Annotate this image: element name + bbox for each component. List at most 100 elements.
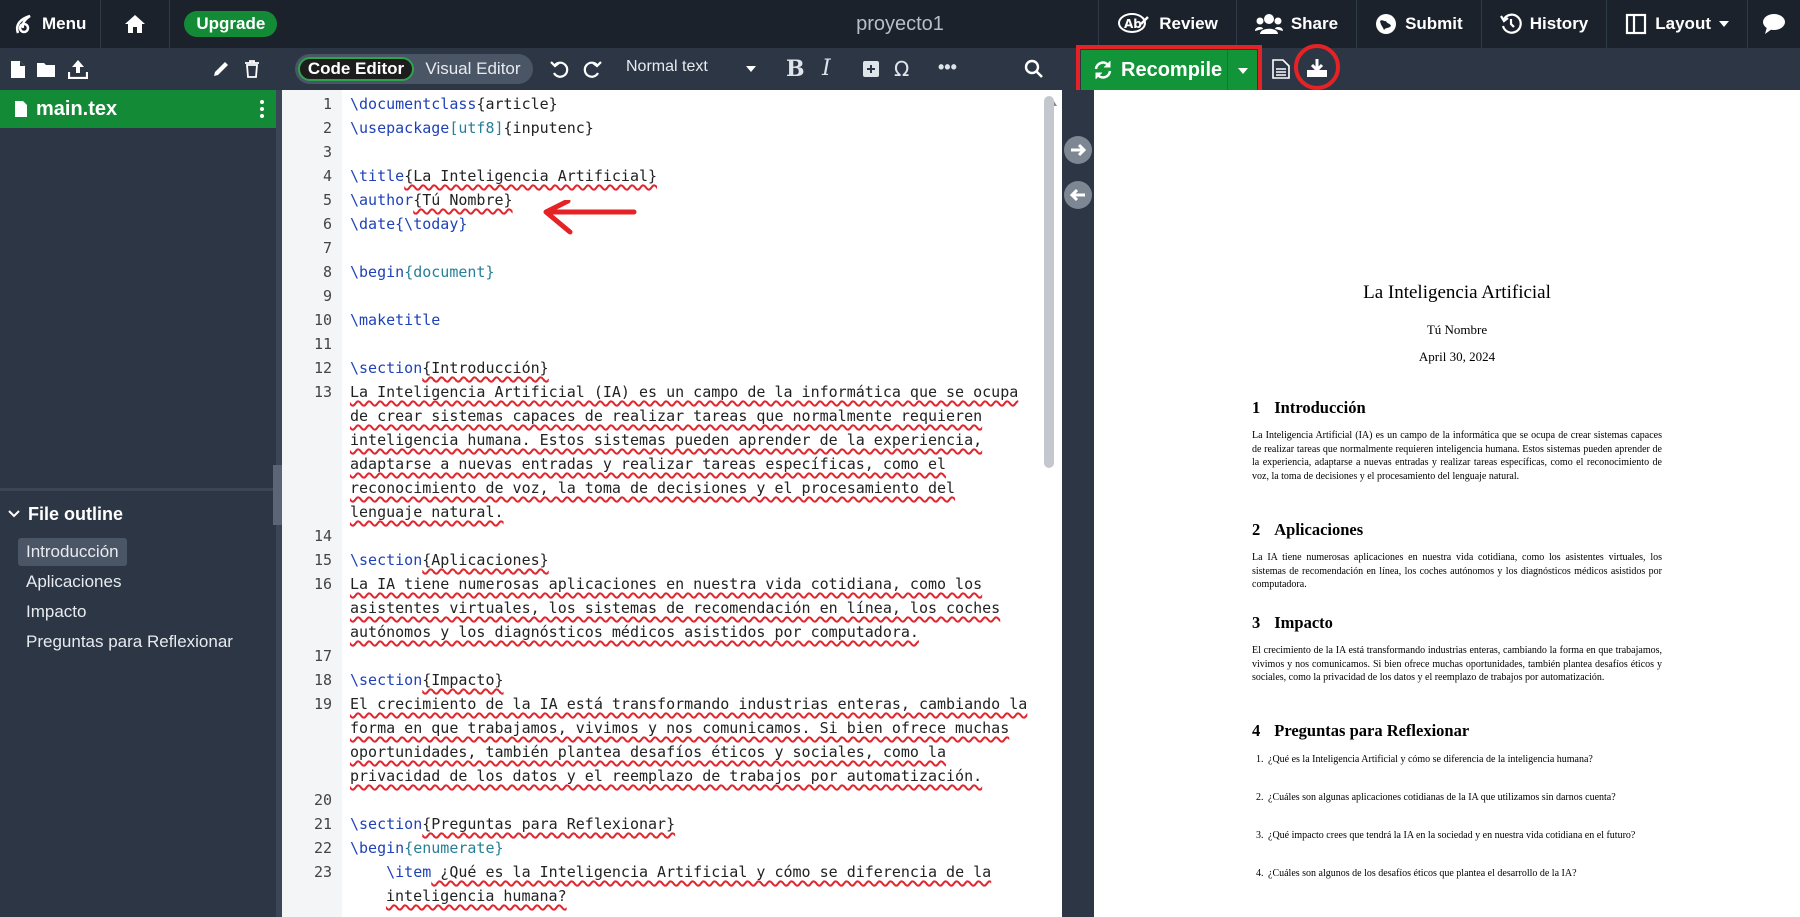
editor-scrollbar[interactable] [1044,96,1054,468]
sync-to-code-button[interactable] [1064,181,1092,209]
italic-icon[interactable]: I [822,56,831,81]
new-folder-icon[interactable] [36,61,56,78]
bold-icon[interactable]: B [786,56,805,82]
symbol-icon[interactable]: Ω [894,57,909,81]
search-icon[interactable] [1024,59,1044,79]
pdf-paragraph: El crecimiento de la IA está transforman… [1252,645,1662,683]
file-outline-header[interactable]: File outline [0,496,276,532]
pdf-date: April 30, 2024 [1418,349,1496,364]
section-title: Aplicaciones [1274,520,1364,539]
line-number: 3 [322,143,332,161]
insert-figure-icon[interactable] [862,60,880,78]
outline-item-introduccion[interactable]: Introducción [18,538,127,566]
submit-label: Submit [1405,14,1463,33]
line-number: 13 [313,383,332,401]
share-button[interactable]: Share [1235,0,1356,48]
outline-item-aplicaciones[interactable]: Aplicaciones [18,568,129,596]
outline-resize-handle[interactable] [0,488,276,491]
chat-icon [1762,13,1786,35]
upload-icon[interactable] [68,59,88,79]
undo-icon[interactable] [550,59,570,79]
code-text: {\today} [395,215,468,233]
delete-icon[interactable] [244,60,260,78]
separator [169,0,171,48]
pdf-preview[interactable]: La Inteligencia Artificial Tú Nombre Apr… [1094,90,1800,917]
line-number: 22 [313,839,332,857]
home-icon [123,13,147,35]
pdf-title: La Inteligencia Artificial [1363,282,1551,303]
code-line: privacidad de los datos y el reemplazo d… [350,767,983,785]
section-title: Preguntas para Reflexionar [1274,721,1470,740]
latex-command: \date [350,215,396,233]
code-text: {document} [404,263,495,281]
line-number: 4 [322,167,332,185]
latex-command: \begin [350,263,405,281]
code-text: {Introducción} [422,359,549,377]
code-line: El crecimiento de la IA está transforman… [350,695,1028,713]
visual-editor-button[interactable]: Visual Editor [417,57,529,81]
text-style-select[interactable]: Normal text [626,58,708,76]
file-menu-icon[interactable] [260,99,264,119]
redo-icon[interactable] [582,59,602,79]
history-button[interactable]: History [1480,0,1607,48]
submit-button[interactable]: Submit [1356,0,1481,48]
file-item-main-tex[interactable]: main.tex [0,90,276,128]
line-number: 14 [313,527,332,545]
line-number: 8 [322,263,332,281]
code-line: \section{Preguntas para Reflexionar} [350,815,675,833]
code-line: \section{Impacto} [350,671,504,689]
latex-command: \title [350,167,405,185]
history-label: History [1529,14,1589,33]
review-icon: Ab [1117,12,1151,36]
code-line: lenguaje natural. [350,503,504,521]
home-button[interactable] [101,0,169,48]
outline-item-impacto[interactable]: Impacto [18,598,94,626]
file-name: main.tex [36,97,118,120]
topbar-actions: Ab Review Share Submit History Layout [1098,0,1800,48]
pdf-section-heading: 3 Impacto [1252,613,1333,633]
menu-button[interactable]: Menu [0,0,100,48]
code-option: [utf8] [449,119,504,137]
code-text: {Aplicaciones} [422,551,549,569]
list-number: 4. [1256,868,1264,879]
pdf-logs-icon[interactable] [1272,59,1290,79]
line-number: 11 [313,335,332,353]
line-number: 15 [313,551,332,569]
list-text: ¿Cuáles son algunos de los desafíos étic… [1268,868,1577,879]
svg-text:Ab: Ab [1124,17,1142,31]
code-line: oportunidades, también plantea desafíos … [350,743,947,761]
recompile-options-button[interactable] [1227,50,1257,90]
review-button[interactable]: Ab Review [1098,0,1236,48]
pdf-resize-gutter[interactable] [1062,90,1094,917]
more-icon[interactable]: ••• [938,57,957,78]
code-line: \usepackage[utf8]{inputenc} [350,119,594,137]
list-number: 2. [1256,792,1264,803]
code-editor[interactable]: 1 2 3 4 5 6 7 8 9 10 11 12 13 14 15 16 1… [282,90,1062,917]
chat-button[interactable] [1747,0,1800,48]
section-title: Introducción [1274,398,1366,417]
recompile-label: Recompile [1121,58,1223,81]
sync-to-pdf-button[interactable] [1064,136,1092,164]
section-title: Impacto [1274,613,1333,632]
download-pdf-icon[interactable] [1306,58,1328,78]
outline-item-preguntas[interactable]: Preguntas para Reflexionar [18,628,241,656]
recompile-button[interactable]: Recompile [1081,50,1257,90]
arrow-left-icon [1064,181,1092,209]
upgrade-button[interactable]: Upgrade [184,11,278,37]
caret-down-icon[interactable] [746,66,756,72]
latex-command: \documentclass [350,95,477,113]
refresh-icon [1093,60,1113,80]
history-icon [1499,13,1522,35]
line-number: 18 [313,671,332,689]
code-text: {enumerate} [404,839,504,857]
top-bar: Menu Upgrade proyecto1 Ab Review Share S… [0,0,1800,48]
pdf-list-item: 1. ¿Qué es la Inteligencia Artificial y c… [1256,753,1662,767]
layout-label: Layout [1655,14,1711,33]
layout-button[interactable]: Layout [1606,0,1747,48]
review-label: Review [1159,14,1218,33]
new-file-icon[interactable] [10,60,26,79]
share-label: Share [1290,14,1339,33]
latex-command: \author [350,191,414,209]
code-editor-button[interactable]: Code Editor [298,57,414,81]
rename-icon[interactable] [212,60,230,78]
